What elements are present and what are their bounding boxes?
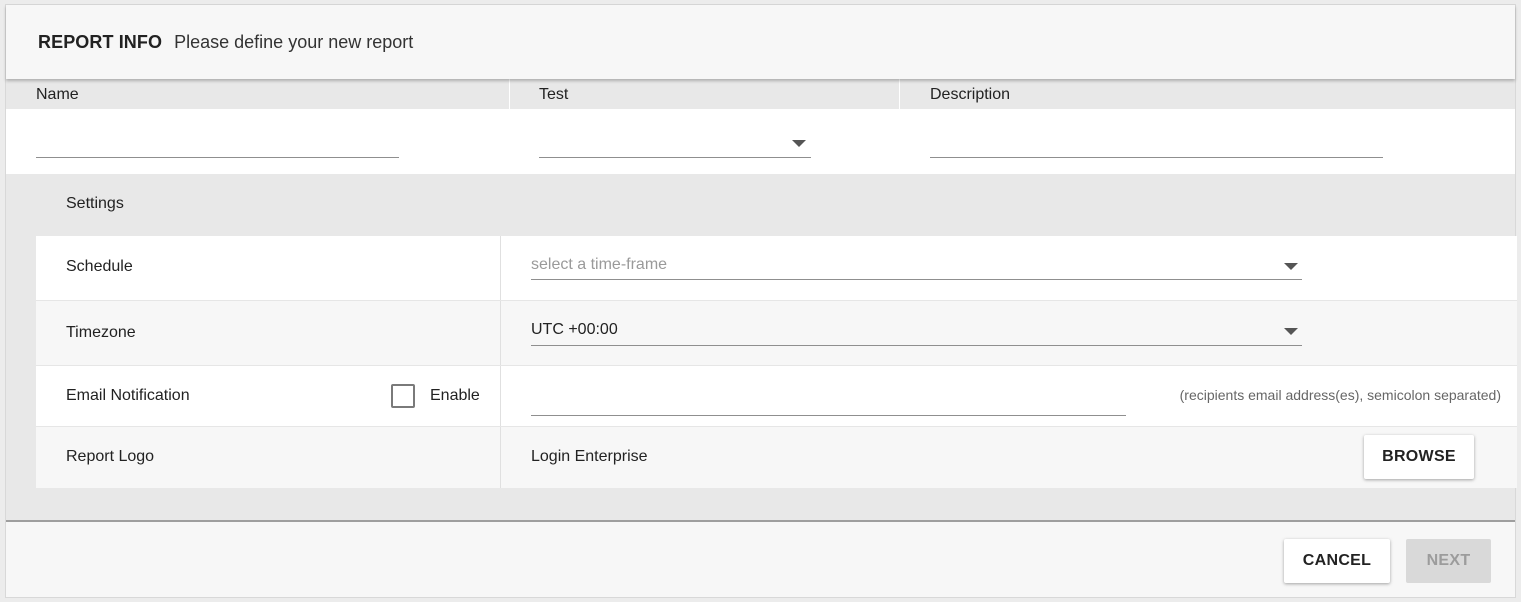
checkbox-unchecked-icon[interactable] xyxy=(391,384,415,408)
chevron-down-icon[interactable] xyxy=(1284,328,1298,335)
dialog-header: REPORT INFO Please define your new repor… xyxy=(6,5,1515,79)
schedule-select[interactable]: select a time-frame xyxy=(531,256,1302,280)
schedule-row: Schedule select a time-frame xyxy=(36,236,1517,301)
report-logo-label: Report Logo xyxy=(66,448,155,465)
settings-title: Settings xyxy=(66,195,124,212)
email-notification-row: Email Notification Enable (recipients em… xyxy=(36,366,1517,427)
dialog-title: REPORT INFO xyxy=(38,31,163,52)
email-notification-label: Email Notification xyxy=(66,387,190,404)
chevron-down-icon[interactable] xyxy=(792,140,806,147)
dialog-footer: CANCEL NEXT xyxy=(6,520,1515,597)
row-divider xyxy=(500,427,501,488)
timezone-select[interactable]: UTC +00:00 xyxy=(531,321,1302,346)
description-input[interactable] xyxy=(930,127,1383,158)
row-divider xyxy=(500,236,501,300)
dialog-subtitle: Please define your new report xyxy=(174,31,414,52)
report-logo-value: Login Enterprise xyxy=(531,448,648,465)
test-select[interactable] xyxy=(539,127,811,158)
row-divider xyxy=(500,366,501,426)
settings-table: Schedule select a time-frame Timezone UT… xyxy=(36,236,1517,488)
browse-button[interactable]: BROWSE xyxy=(1364,435,1474,479)
report-logo-row: Report Logo Login Enterprise BROWSE xyxy=(36,427,1517,488)
timezone-row: Timezone UTC +00:00 xyxy=(36,301,1517,366)
schedule-label: Schedule xyxy=(66,258,133,275)
test-label: Test xyxy=(539,86,569,103)
column-divider xyxy=(509,79,510,109)
name-label: Name xyxy=(36,86,79,103)
email-recipients-input[interactable] xyxy=(531,386,1126,416)
chevron-down-icon[interactable] xyxy=(1284,263,1298,270)
name-input[interactable] xyxy=(36,127,399,158)
row-divider xyxy=(500,301,501,365)
next-button[interactable]: NEXT xyxy=(1406,539,1491,583)
timezone-label: Timezone xyxy=(66,324,136,341)
cancel-button[interactable]: CANCEL xyxy=(1284,539,1390,583)
field-labels-band: Name Test Description xyxy=(6,79,1515,109)
enable-label: Enable xyxy=(430,387,480,404)
email-hint: (recipients email address(es), semicolon… xyxy=(1179,387,1501,403)
fields-row xyxy=(6,109,1515,174)
column-divider xyxy=(899,79,900,109)
description-label: Description xyxy=(930,86,1011,103)
report-dialog: REPORT INFO Please define your new repor… xyxy=(5,4,1517,598)
